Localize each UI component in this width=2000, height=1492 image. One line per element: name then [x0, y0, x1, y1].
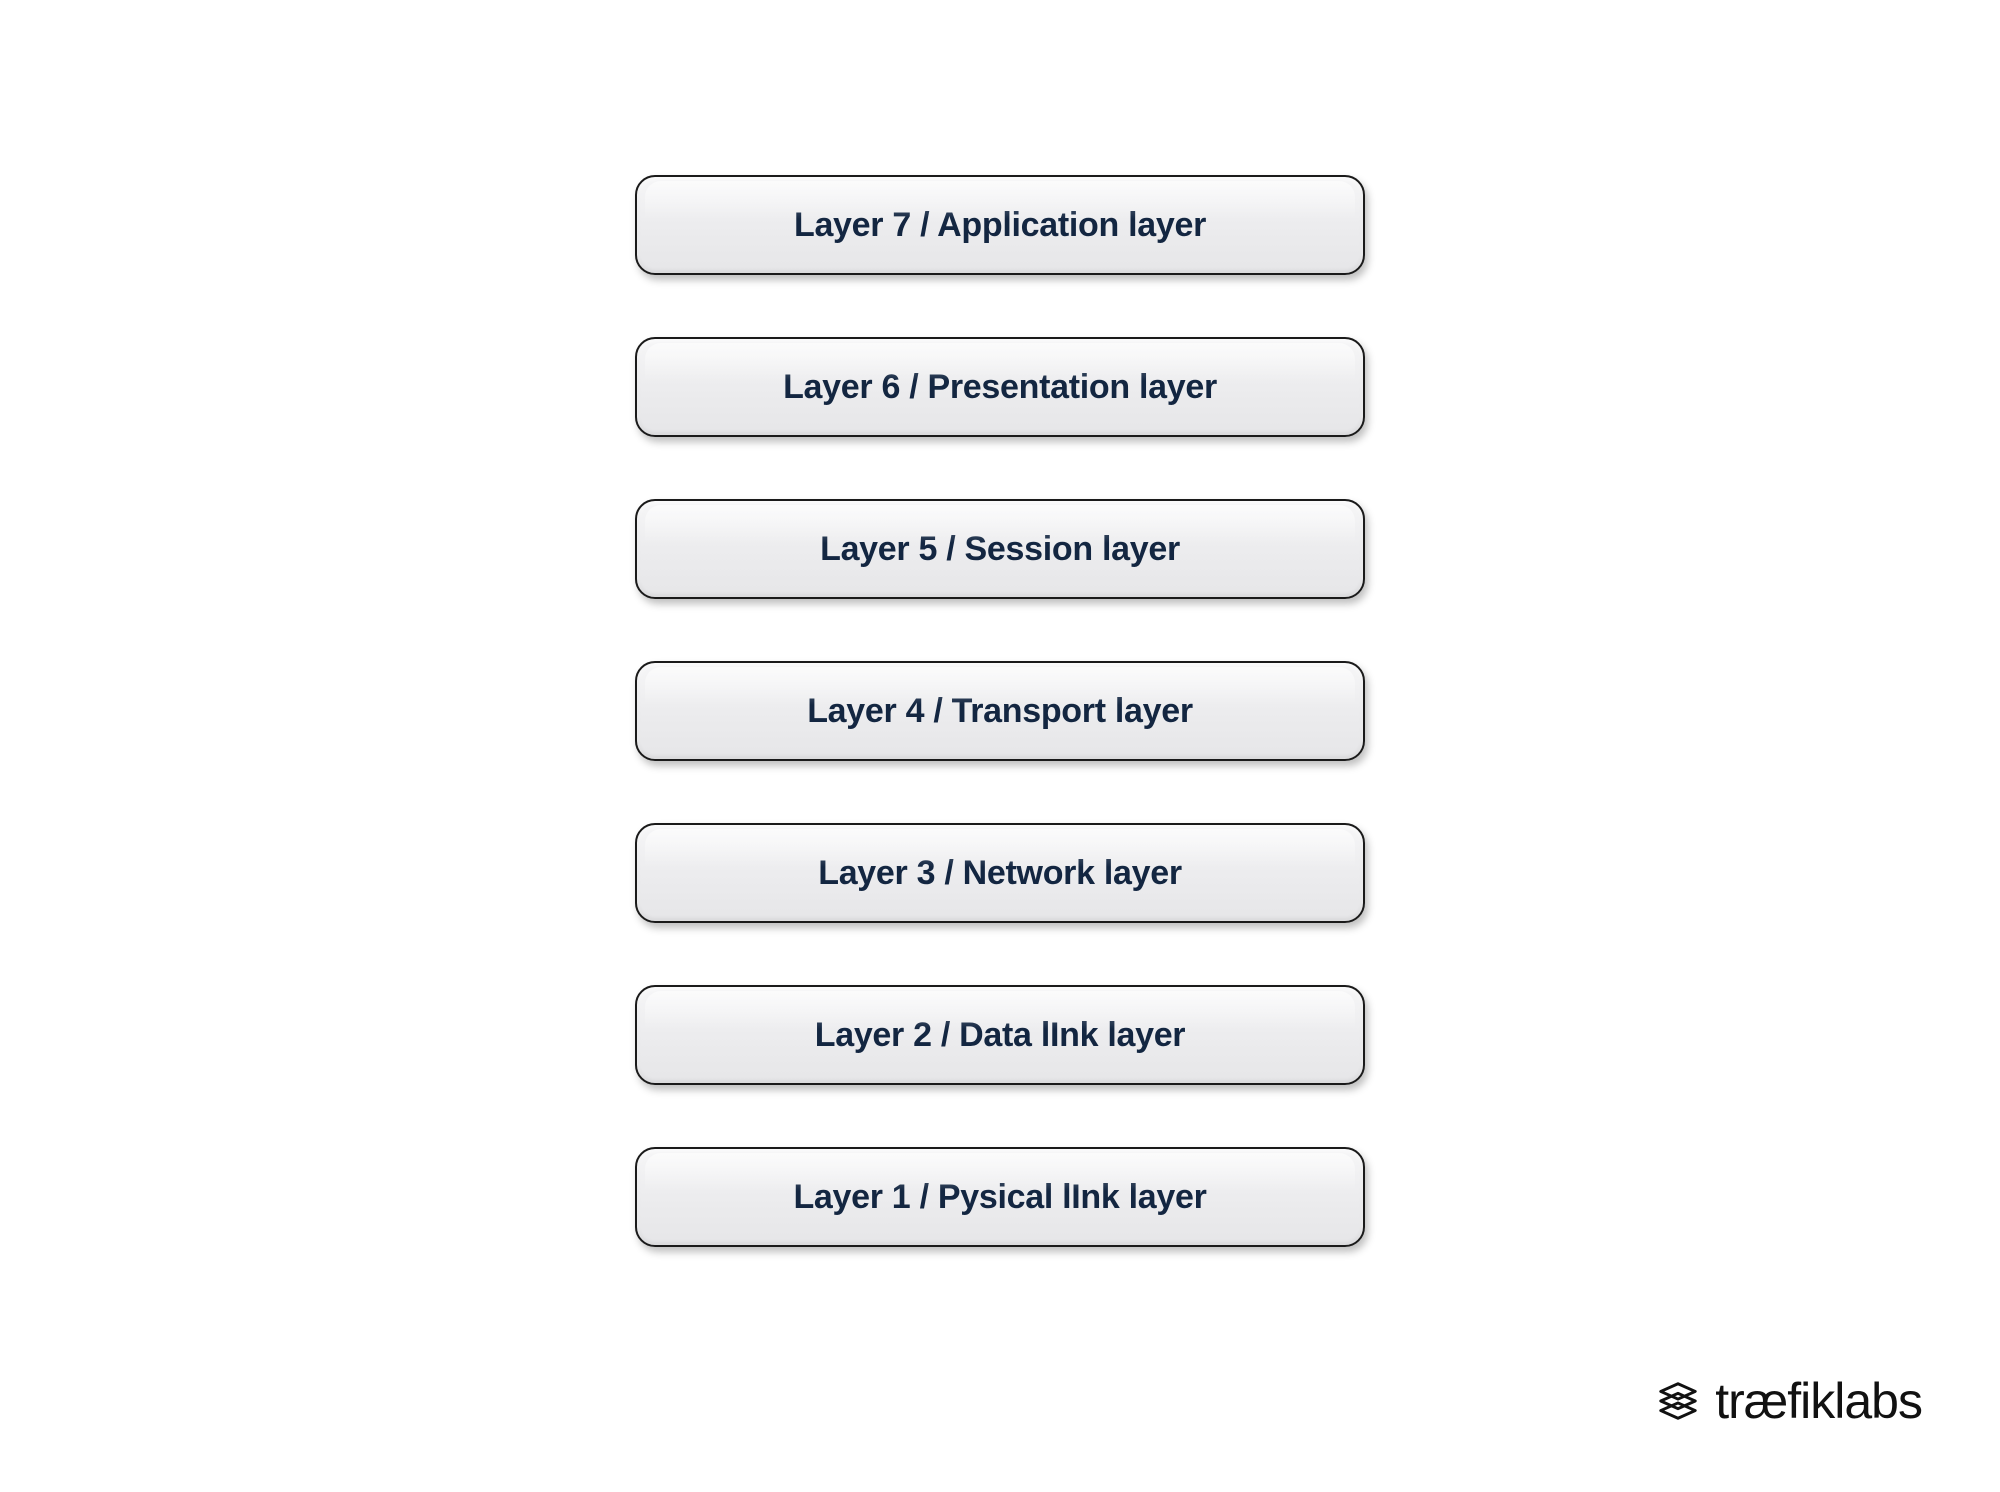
layer-4-box: Layer 4 / Transport layer — [635, 661, 1365, 761]
layer-2-box: Layer 2 / Data lInk layer — [635, 985, 1365, 1085]
brand-name-bold: træfik — [1715, 1372, 1834, 1430]
layer-5-label: Layer 5 / Session layer — [820, 530, 1180, 569]
brand-logo: træfiklabs — [1655, 1372, 1922, 1430]
layer-1-box: Layer 1 / Pysical lInk layer — [635, 1147, 1365, 1247]
layer-7-box: Layer 7 / Application layer — [635, 175, 1365, 275]
traefik-icon — [1655, 1378, 1701, 1424]
layer-3-box: Layer 3 / Network layer — [635, 823, 1365, 923]
layer-5-box: Layer 5 / Session layer — [635, 499, 1365, 599]
layer-2-label: Layer 2 / Data lInk layer — [815, 1016, 1186, 1055]
layer-7-label: Layer 7 / Application layer — [794, 206, 1206, 245]
layer-6-box: Layer 6 / Presentation layer — [635, 337, 1365, 437]
brand-name-light: labs — [1834, 1372, 1922, 1430]
layer-4-label: Layer 4 / Transport layer — [807, 692, 1193, 731]
brand-text: træfiklabs — [1715, 1372, 1922, 1430]
osi-layers-stack: Layer 7 / Application layer Layer 6 / Pr… — [635, 175, 1365, 1247]
layer-1-label: Layer 1 / Pysical lInk layer — [793, 1178, 1206, 1217]
layer-3-label: Layer 3 / Network layer — [818, 854, 1182, 893]
layer-6-label: Layer 6 / Presentation layer — [783, 368, 1217, 407]
